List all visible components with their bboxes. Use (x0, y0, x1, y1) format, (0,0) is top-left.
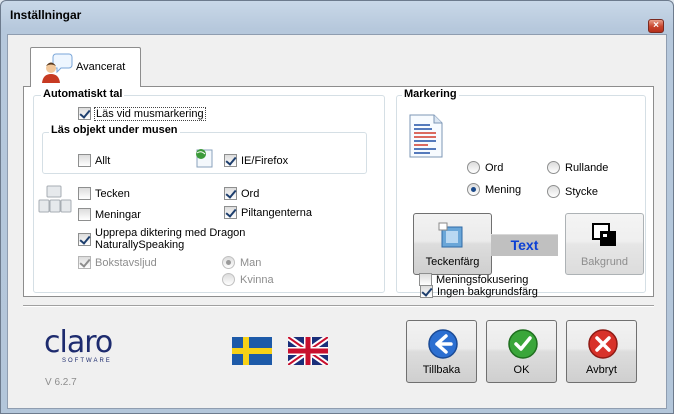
check-icon (508, 329, 538, 359)
close-button[interactable]: × (648, 19, 664, 33)
marking-sentence-radio[interactable]: Mening (467, 183, 521, 196)
title-bar: Inställningar (1, 1, 673, 29)
marking-rolling-dot[interactable] (547, 161, 560, 174)
marking-sentence-label: Mening (485, 183, 522, 196)
read-on-select-box[interactable] (78, 107, 91, 120)
dragon-label-line1: Upprepa diktering med Dragon (95, 227, 246, 239)
back-button[interactable]: Tillbaka (406, 320, 477, 383)
tab-panel: Automatiskt tal Läs vid musmarkering Läs… (23, 86, 654, 298)
back-arrow-icon (428, 329, 458, 359)
ie-firefox-label: IE/Firefox (241, 154, 289, 167)
background-label: Bakgrund (580, 256, 629, 268)
no-background-checkbox[interactable]: Ingen bakgrundsfärg (420, 285, 538, 298)
no-background-box[interactable] (420, 285, 433, 298)
marking-rolling-radio[interactable]: Rullande (547, 161, 608, 174)
window-title: Inställningar (10, 8, 82, 22)
words-label: Ord (241, 187, 260, 200)
phonics-box[interactable] (78, 256, 91, 269)
tab-advanced-label: Avancerat (76, 61, 126, 73)
voice-woman-dot[interactable] (222, 273, 235, 286)
marking-paragraph-label: Stycke (565, 185, 599, 198)
voice-woman-label: Kvinna (240, 273, 274, 286)
sentences-checkbox[interactable]: Meningar (78, 208, 141, 221)
chars-checkbox-row[interactable]: Tecken (78, 187, 130, 200)
tab-advanced[interactable]: Avancerat (30, 47, 141, 87)
no-background-label: Ingen bakgrundsfärg (437, 285, 538, 298)
settings-window: Inställningar × Avancerat Automatiskt ta… (0, 0, 674, 414)
back-label: Tillbaka (422, 364, 461, 376)
version-label: V 6.2.7 (45, 377, 77, 388)
sentence-focus-label: Meningsfokusering (436, 273, 529, 286)
all-objects-box[interactable] (78, 154, 91, 167)
keyboard-keys-icon (38, 185, 72, 213)
marking-paragraph-radio[interactable]: Stycke (547, 185, 598, 198)
marking-sentence-dot[interactable] (467, 183, 480, 196)
voice-man-radio[interactable]: Man (222, 256, 261, 269)
dialog-client-area: Avancerat Automatiskt tal Läs vid musmar… (7, 34, 667, 409)
ok-button[interactable]: OK (486, 320, 557, 383)
text-color-button[interactable]: Teckenfärg (413, 213, 492, 275)
sentences-box[interactable] (78, 208, 91, 221)
cancel-label: Avbryt (586, 364, 617, 376)
sentence-focus-checkbox[interactable]: Meningsfokusering (419, 273, 528, 286)
speaker-person-icon (42, 53, 73, 83)
auto-speech-title: Automatiskt tal (41, 88, 125, 100)
marking-word-radio-row[interactable]: Ord (467, 161, 503, 174)
marking-word-dot[interactable] (467, 161, 480, 174)
text-color-label: Teckenfärg (425, 256, 480, 268)
voice-man-label: Man (240, 256, 262, 269)
ie-firefox-box[interactable] (224, 154, 237, 167)
voice-woman-radio[interactable]: Kvinna (222, 273, 274, 286)
marking-paragraph-dot[interactable] (547, 185, 560, 198)
phonics-checkbox[interactable]: Bokstavsljud (78, 256, 157, 269)
dragon-box[interactable] (78, 233, 91, 246)
ok-label: OK (513, 364, 530, 376)
browser-globe-icon (196, 149, 213, 168)
marking-title: Markering (402, 88, 459, 100)
read-on-select-checkbox[interactable]: Läs vid musmarkering (78, 106, 206, 121)
phonics-label: Bokstavsljud (95, 256, 157, 269)
logo-subtitle: SOFTWARE (62, 358, 112, 364)
arrow-keys-label: Piltangenterna (241, 206, 312, 219)
background-color-icon (592, 223, 616, 246)
voice-man-dot[interactable] (222, 256, 235, 269)
text-preview: Text (491, 234, 558, 256)
words-checkbox[interactable]: Ord (224, 187, 259, 200)
sentences-label: Meningar (95, 208, 141, 221)
all-objects-checkbox[interactable]: Allt (78, 154, 110, 167)
document-icon (409, 114, 443, 158)
dragon-label: Upprepa diktering med Dragon NaturallySp… (95, 227, 245, 251)
words-box[interactable] (224, 187, 237, 200)
dragon-label-line2: NaturallySpeaking (95, 239, 185, 251)
marking-rolling-label: Rullande (565, 161, 609, 174)
swedish-flag-icon[interactable] (232, 337, 272, 365)
objects-under-mouse-title: Läs objekt under musen (49, 124, 180, 136)
ie-firefox-checkbox[interactable]: IE/Firefox (224, 154, 288, 167)
logo-word: claro (44, 325, 113, 360)
dragon-checkbox[interactable]: Upprepa diktering med Dragon NaturallySp… (78, 227, 245, 251)
sentence-focus-box[interactable] (419, 273, 432, 286)
marking-word-label: Ord (485, 161, 504, 174)
read-on-select-label: Läs vid musmarkering (94, 106, 206, 121)
arrow-keys-box[interactable] (224, 206, 237, 219)
claro-logo: claro SOFTWARE (44, 325, 124, 369)
chars-label: Tecken (95, 187, 130, 200)
text-color-icon (438, 222, 463, 248)
all-objects-label: Allt (95, 154, 111, 167)
chars-box[interactable] (78, 187, 91, 200)
cancel-x-icon (588, 329, 618, 359)
footer-separator (23, 305, 654, 307)
background-button[interactable]: Bakgrund (565, 213, 644, 275)
uk-flag-icon[interactable] (288, 337, 328, 365)
arrow-keys-checkbox[interactable]: Piltangenterna (224, 206, 312, 219)
cancel-button[interactable]: Avbryt (566, 320, 637, 383)
